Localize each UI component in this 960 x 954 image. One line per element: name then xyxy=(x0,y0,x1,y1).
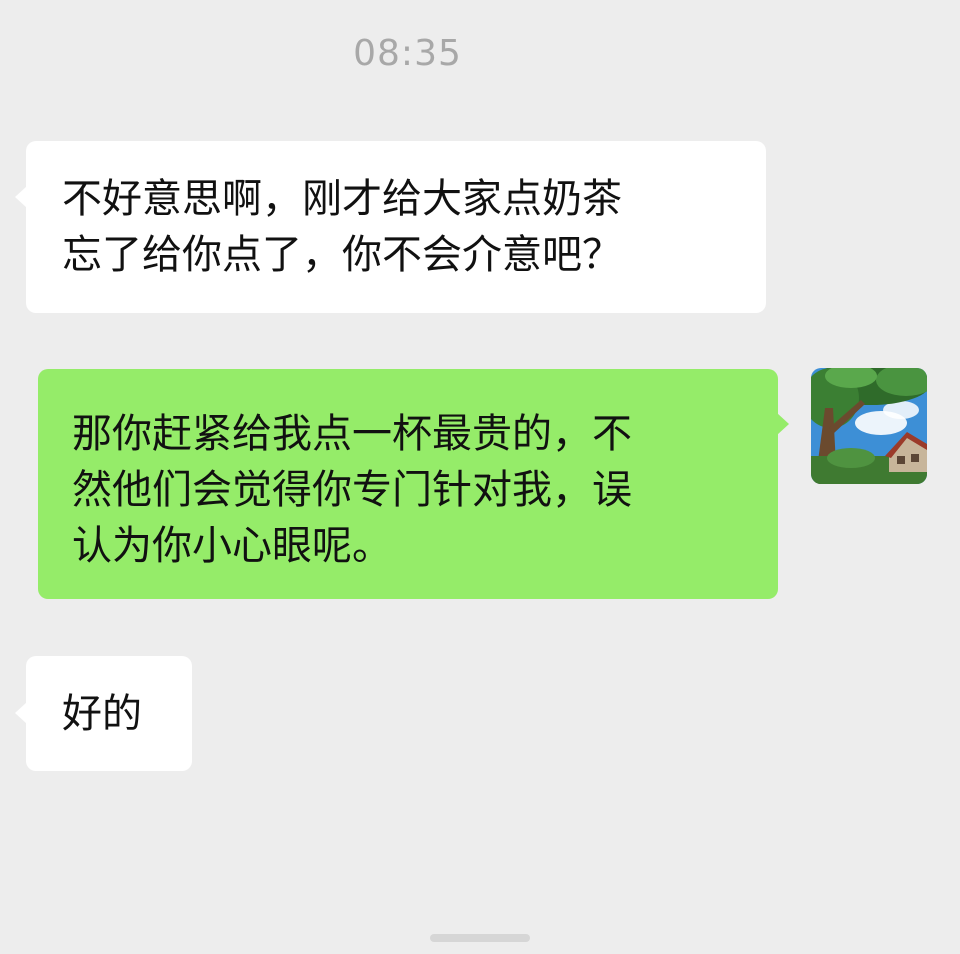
message-text-line: 忘了给你点了，你不会介意吧？ xyxy=(62,232,622,278)
outgoing-message-bubble[interactable]: 那你赶紧给我点一杯最贵的，不 然他们会觉得你专门针对我，误 认为你小心眼呢。 xyxy=(38,369,789,599)
bubble-tail xyxy=(15,702,27,724)
message-text-line: 认为你小心眼呢。 xyxy=(72,523,392,569)
incoming-message-bubble[interactable]: 好的 xyxy=(15,656,192,771)
message-text-line: 不好意思啊，刚才给大家点奶茶 xyxy=(62,176,622,222)
tree-landscape-icon xyxy=(811,368,927,484)
user-avatar[interactable] xyxy=(811,368,927,484)
message-text-line: 那你赶紧给我点一杯最贵的，不 xyxy=(72,411,632,457)
bubble-tail xyxy=(777,413,789,435)
message-text-line: 然他们会觉得你专门针对我，误 xyxy=(72,467,632,513)
message-timestamp: 08:35 xyxy=(353,33,462,74)
incoming-message-bubble[interactable]: 不好意思啊，刚才给大家点奶茶 忘了给你点了，你不会介意吧？ xyxy=(15,141,766,313)
bubble-tail xyxy=(15,186,27,208)
message-text-line: 好的 xyxy=(62,691,142,737)
home-indicator[interactable] xyxy=(430,934,530,942)
